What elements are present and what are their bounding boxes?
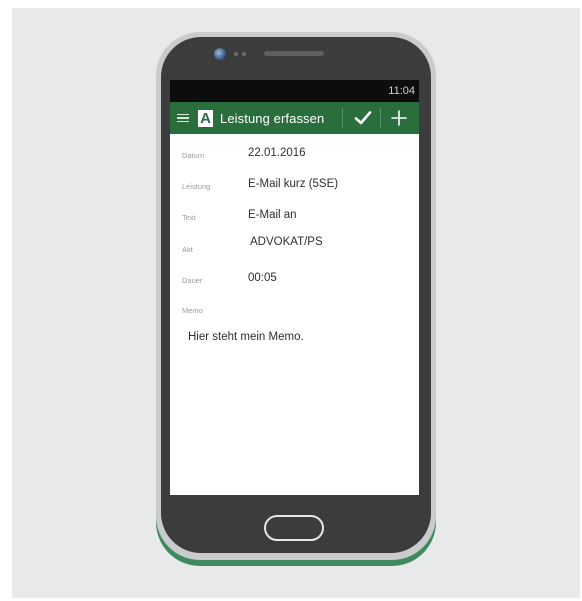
plus-icon: [391, 110, 407, 126]
add-button[interactable]: [384, 102, 414, 134]
form-row-dauer[interactable]: Dauer 00:05: [170, 271, 419, 295]
text-value[interactable]: E-Mail an: [248, 209, 297, 221]
field-label: Leistung: [182, 182, 211, 191]
form-row-text[interactable]: Text E-Mail an: [170, 209, 419, 233]
earpiece-speaker: [264, 51, 324, 56]
check-icon: [354, 111, 372, 125]
form-row-datum[interactable]: Datum 22.01.2016: [170, 146, 419, 170]
toolbar-divider: [380, 108, 381, 128]
front-camera: [214, 48, 226, 60]
toolbar-divider: [342, 108, 343, 128]
field-label: Akt: [182, 245, 193, 254]
date-value[interactable]: 22.01.2016: [248, 147, 306, 159]
status-bar: 11:04: [170, 80, 419, 102]
menu-icon[interactable]: [177, 113, 189, 123]
service-value[interactable]: E-Mail kurz (5SE): [248, 178, 338, 190]
memo-label: Memo: [182, 306, 203, 315]
form-row-leistung[interactable]: Leistung E-Mail kurz (5SE): [170, 177, 419, 201]
file-value[interactable]: ADVOKAT/PS: [250, 236, 323, 248]
save-button[interactable]: [348, 102, 378, 134]
form-row-akt[interactable]: Akt ADVOKAT/PS: [170, 235, 419, 259]
phone-screen: 11:04 A Leistung erfassen Datum 22.01.20…: [170, 80, 419, 495]
app-bar: A Leistung erfassen: [170, 102, 419, 134]
app-logo: A: [198, 109, 213, 127]
home-button[interactable]: [264, 515, 324, 541]
status-time: 11:04: [388, 85, 415, 97]
field-label: Text: [182, 213, 196, 222]
sensor-dot: [234, 52, 238, 56]
page-title: Leistung erfassen: [220, 110, 325, 126]
field-label: Datum: [182, 151, 205, 160]
sensor-dot: [242, 52, 246, 56]
duration-value[interactable]: 00:05: [248, 272, 277, 284]
memo-field[interactable]: Hier steht mein Memo.: [188, 331, 304, 343]
field-label: Dauer: [182, 276, 203, 285]
